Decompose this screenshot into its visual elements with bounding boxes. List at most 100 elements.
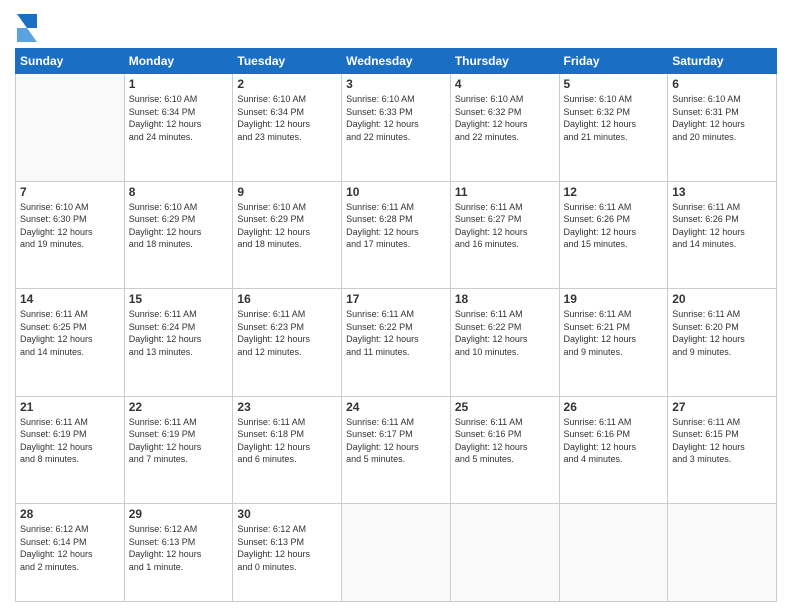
calendar-day-cell: 3 Sunrise: 6:10 AMSunset: 6:33 PMDaylight… [342,74,451,182]
day-info: Sunrise: 6:11 AMSunset: 6:19 PMDaylight:… [129,416,229,466]
calendar-day-cell: 26 Sunrise: 6:11 AMSunset: 6:16 PMDayligh… [559,396,668,504]
day-number: 19 [564,292,664,306]
calendar-day-header: Monday [124,49,233,74]
calendar-day-cell [450,504,559,602]
calendar-day-cell: 22 Sunrise: 6:11 AMSunset: 6:19 PMDayligh… [124,396,233,504]
calendar-week-row: 28 Sunrise: 6:12 AMSunset: 6:14 PMDayligh… [16,504,777,602]
calendar-day-cell: 20 Sunrise: 6:11 AMSunset: 6:20 PMDayligh… [668,289,777,397]
day-info: Sunrise: 6:11 AMSunset: 6:21 PMDaylight:… [564,308,664,358]
calendar-day-cell [559,504,668,602]
day-number: 13 [672,185,772,199]
calendar-day-cell: 13 Sunrise: 6:11 AMSunset: 6:26 PMDayligh… [668,181,777,289]
day-number: 7 [20,185,120,199]
day-number: 5 [564,77,664,91]
day-info: Sunrise: 6:11 AMSunset: 6:16 PMDaylight:… [455,416,555,466]
day-info: Sunrise: 6:10 AMSunset: 6:33 PMDaylight:… [346,93,446,143]
day-info: Sunrise: 6:11 AMSunset: 6:22 PMDaylight:… [346,308,446,358]
day-number: 10 [346,185,446,199]
day-number: 25 [455,400,555,414]
day-number: 23 [237,400,337,414]
calendar-day-cell: 27 Sunrise: 6:11 AMSunset: 6:15 PMDayligh… [668,396,777,504]
logo-icon [17,14,37,42]
calendar-day-cell: 7 Sunrise: 6:10 AMSunset: 6:30 PMDaylight… [16,181,125,289]
day-number: 28 [20,507,120,521]
page: SundayMondayTuesdayWednesdayThursdayFrid… [0,0,792,612]
calendar-table: SundayMondayTuesdayWednesdayThursdayFrid… [15,48,777,602]
calendar-day-cell: 29 Sunrise: 6:12 AMSunset: 6:13 PMDayligh… [124,504,233,602]
calendar-day-cell: 6Sunrise: 6:10 AMSunset: 6:31 PMDaylight… [668,74,777,182]
calendar-day-cell [342,504,451,602]
day-info: Sunrise: 6:11 AMSunset: 6:16 PMDaylight:… [564,416,664,466]
calendar-day-cell: 14 Sunrise: 6:11 AMSunset: 6:25 PMDayligh… [16,289,125,397]
day-info: Sunrise: 6:12 AMSunset: 6:13 PMDaylight:… [129,523,229,573]
day-number: 11 [455,185,555,199]
calendar-week-row: 1 Sunrise: 6:10 AMSunset: 6:34 PMDaylight… [16,74,777,182]
logo [15,14,41,42]
calendar-day-cell: 21 Sunrise: 6:11 AMSunset: 6:19 PMDayligh… [16,396,125,504]
calendar-day-cell: 23 Sunrise: 6:11 AMSunset: 6:18 PMDayligh… [233,396,342,504]
calendar-day-header: Saturday [668,49,777,74]
calendar-header-row: SundayMondayTuesdayWednesdayThursdayFrid… [16,49,777,74]
day-info: Sunrise: 6:11 AMSunset: 6:15 PMDaylight:… [672,416,772,466]
day-number: 27 [672,400,772,414]
calendar-day-cell: 9 Sunrise: 6:10 AMSunset: 6:29 PMDaylight… [233,181,342,289]
calendar-day-cell: 4Sunrise: 6:10 AMSunset: 6:32 PMDaylight… [450,74,559,182]
calendar-week-row: 21 Sunrise: 6:11 AMSunset: 6:19 PMDayligh… [16,396,777,504]
day-number: 29 [129,507,229,521]
day-info: Sunrise: 6:10 AMSunset: 6:30 PMDaylight:… [20,201,120,251]
day-info: Sunrise: 6:11 AMSunset: 6:26 PMDaylight:… [564,201,664,251]
calendar-day-header: Sunday [16,49,125,74]
calendar-week-row: 14 Sunrise: 6:11 AMSunset: 6:25 PMDayligh… [16,289,777,397]
day-info: Sunrise: 6:10 AMSunset: 6:32 PMDaylight:… [455,93,555,143]
day-info: Sunrise: 6:11 AMSunset: 6:18 PMDaylight:… [237,416,337,466]
calendar-day-cell: 16 Sunrise: 6:11 AMSunset: 6:23 PMDayligh… [233,289,342,397]
calendar-day-cell: 1 Sunrise: 6:10 AMSunset: 6:34 PMDaylight… [124,74,233,182]
day-info: Sunrise: 6:11 AMSunset: 6:26 PMDaylight:… [672,201,772,251]
calendar-day-cell: 17Sunrise: 6:11 AMSunset: 6:22 PMDayligh… [342,289,451,397]
day-number: 14 [20,292,120,306]
day-info: Sunrise: 6:11 AMSunset: 6:25 PMDaylight:… [20,308,120,358]
calendar-day-cell [668,504,777,602]
calendar-day-cell: 25 Sunrise: 6:11 AMSunset: 6:16 PMDayligh… [450,396,559,504]
calendar-day-cell: 18 Sunrise: 6:11 AMSunset: 6:22 PMDayligh… [450,289,559,397]
calendar-day-header: Wednesday [342,49,451,74]
calendar-day-cell: 30 Sunrise: 6:12 AMSunset: 6:13 PMDayligh… [233,504,342,602]
calendar-day-cell: 11 Sunrise: 6:11 AMSunset: 6:27 PMDayligh… [450,181,559,289]
day-info: Sunrise: 6:10 AMSunset: 6:34 PMDaylight:… [129,93,229,143]
day-info: Sunrise: 6:11 AMSunset: 6:20 PMDaylight:… [672,308,772,358]
calendar-day-cell: 12 Sunrise: 6:11 AMSunset: 6:26 PMDayligh… [559,181,668,289]
day-number: 20 [672,292,772,306]
day-number: 24 [346,400,446,414]
day-info: Sunrise: 6:10 AMSunset: 6:31 PMDaylight:… [672,93,772,143]
day-number: 1 [129,77,229,91]
calendar-day-cell: 2Sunrise: 6:10 AMSunset: 6:34 PMDaylight… [233,74,342,182]
calendar-day-cell: 19 Sunrise: 6:11 AMSunset: 6:21 PMDayligh… [559,289,668,397]
day-info: Sunrise: 6:11 AMSunset: 6:22 PMDaylight:… [455,308,555,358]
day-number: 12 [564,185,664,199]
day-number: 26 [564,400,664,414]
day-number: 22 [129,400,229,414]
calendar-day-cell: 28 Sunrise: 6:12 AMSunset: 6:14 PMDayligh… [16,504,125,602]
day-info: Sunrise: 6:11 AMSunset: 6:28 PMDaylight:… [346,201,446,251]
day-info: Sunrise: 6:10 AMSunset: 6:29 PMDaylight:… [129,201,229,251]
day-info: Sunrise: 6:12 AMSunset: 6:14 PMDaylight:… [20,523,120,573]
day-number: 8 [129,185,229,199]
day-info: Sunrise: 6:10 AMSunset: 6:34 PMDaylight:… [237,93,337,143]
day-number: 18 [455,292,555,306]
calendar-day-header: Friday [559,49,668,74]
day-info: Sunrise: 6:10 AMSunset: 6:29 PMDaylight:… [237,201,337,251]
calendar-day-header: Thursday [450,49,559,74]
day-number: 30 [237,507,337,521]
calendar-day-cell: 10 Sunrise: 6:11 AMSunset: 6:28 PMDayligh… [342,181,451,289]
day-number: 16 [237,292,337,306]
day-info: Sunrise: 6:12 AMSunset: 6:13 PMDaylight:… [237,523,337,573]
day-number: 21 [20,400,120,414]
calendar-week-row: 7 Sunrise: 6:10 AMSunset: 6:30 PMDaylight… [16,181,777,289]
day-number: 3 [346,77,446,91]
day-info: Sunrise: 6:11 AMSunset: 6:27 PMDaylight:… [455,201,555,251]
calendar-day-cell: 24 Sunrise: 6:11 AMSunset: 6:17 PMDayligh… [342,396,451,504]
day-info: Sunrise: 6:11 AMSunset: 6:19 PMDaylight:… [20,416,120,466]
day-info: Sunrise: 6:11 AMSunset: 6:17 PMDaylight:… [346,416,446,466]
day-info: Sunrise: 6:11 AMSunset: 6:23 PMDaylight:… [237,308,337,358]
day-number: 9 [237,185,337,199]
